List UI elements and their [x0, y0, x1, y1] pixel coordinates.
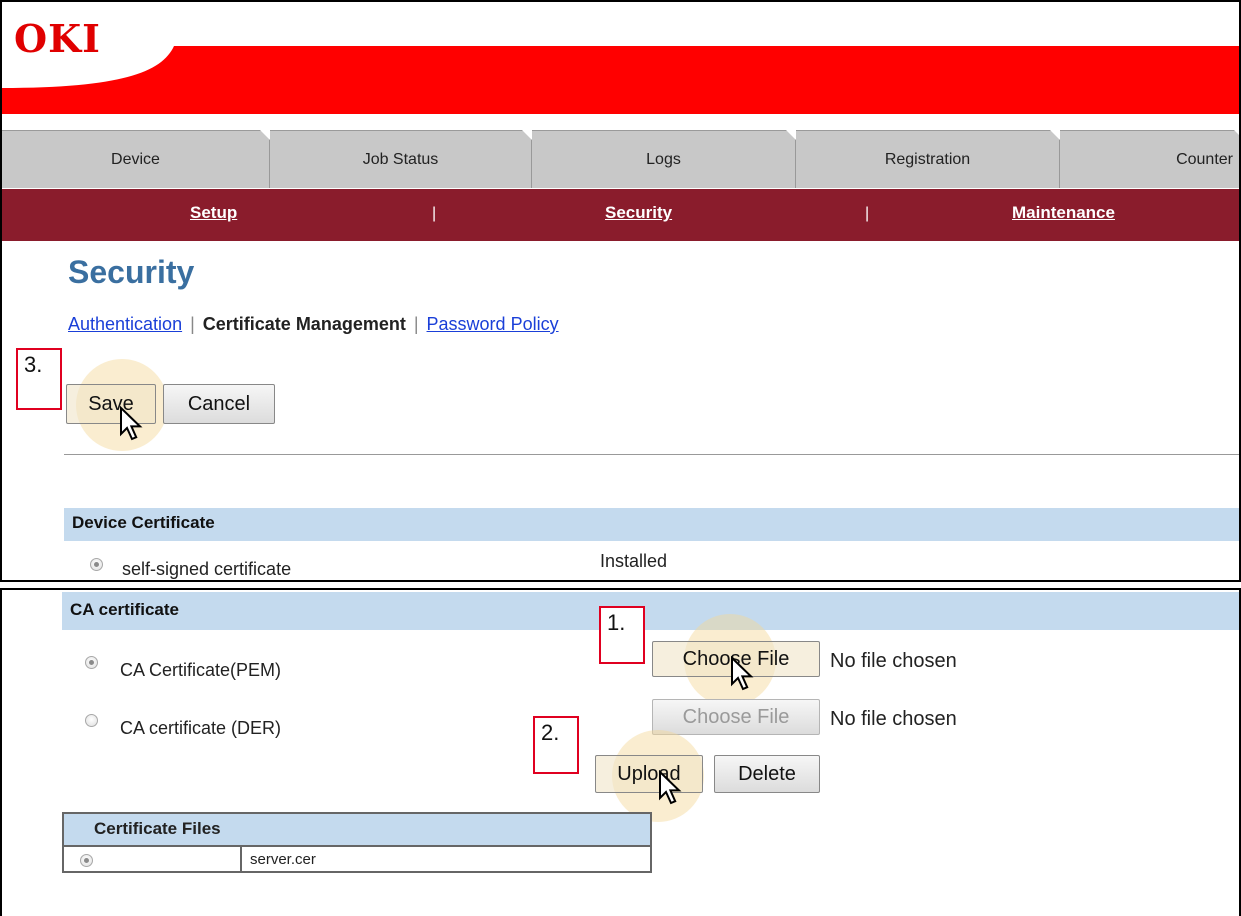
step-2-marker: 2. [533, 716, 579, 774]
file-select-radio[interactable] [80, 854, 93, 867]
ca-der-label: CA certificate (DER) [120, 718, 282, 738]
brand-swoosh [2, 46, 1239, 114]
tab-registration[interactable]: Registration [796, 130, 1060, 188]
breadcrumb-authentication[interactable]: Authentication [68, 314, 182, 334]
der-file-status: No file chosen [830, 708, 957, 730]
device-certificate-header: Device Certificate [64, 508, 1239, 541]
mouse-pointer-icon [659, 770, 682, 805]
ca-pem-label: CA Certificate(PEM) [120, 660, 282, 680]
step-1-marker: 1. [599, 606, 645, 664]
mouse-pointer-icon [731, 656, 754, 691]
pem-file-status: No file chosen [830, 650, 957, 672]
tab-logs[interactable]: Logs [532, 130, 796, 188]
oki-logo: OKI [14, 16, 101, 61]
file-select-cell [62, 845, 242, 873]
subnav-separator: | [865, 205, 870, 222]
step-3-marker: 3. [16, 348, 62, 410]
ca-pem-radio[interactable] [85, 656, 98, 669]
mouse-pointer-icon [120, 406, 143, 441]
self-signed-radio[interactable] [90, 558, 103, 571]
header-bar: OKI [2, 2, 1239, 114]
cancel-button[interactable]: Cancel [163, 384, 275, 424]
page-title: Security [68, 254, 195, 290]
delete-button[interactable]: Delete [714, 755, 820, 793]
subnav-maintenance[interactable]: Maintenance [1012, 203, 1115, 223]
table-row[interactable]: server.cer [62, 845, 652, 873]
subnav-separator: | [432, 205, 437, 222]
sub-navigation: Setup | Security | Maintenance [2, 189, 1239, 241]
divider [64, 454, 1239, 455]
breadcrumb-separator: | [413, 314, 419, 334]
tab-counter[interactable]: Counter [1060, 130, 1239, 188]
tab-device[interactable]: Device [2, 130, 270, 188]
certificate-files-table: Certificate Files server.cer [62, 812, 652, 873]
breadcrumb: Authentication | Certificate Management | Pa… [68, 314, 559, 335]
breadcrumb-separator: | [190, 314, 195, 334]
ca-der-radio[interactable] [85, 714, 98, 727]
ca-certificate-header: CA certificate [62, 592, 1239, 630]
upload-button[interactable]: Upload [595, 755, 703, 793]
breadcrumb-password-policy[interactable]: Password Policy [427, 314, 559, 334]
certificate-files-header: Certificate Files [62, 812, 652, 847]
top-panel: OKI Device Job Status Logs Registration … [0, 0, 1241, 582]
certificate-status: Installed [600, 551, 668, 571]
subnav-setup[interactable]: Setup [190, 203, 237, 223]
self-signed-label: self-signed certificate [122, 559, 292, 579]
breadcrumb-current: Certificate Management [202, 314, 406, 334]
file-name-cell: server.cer [240, 845, 652, 873]
main-tabs: Device Job Status Logs Registration Coun… [2, 130, 1239, 188]
choose-file-der-button[interactable]: Choose File [652, 699, 820, 735]
tab-job-status[interactable]: Job Status [270, 130, 532, 188]
subnav-security[interactable]: Security [605, 203, 672, 223]
